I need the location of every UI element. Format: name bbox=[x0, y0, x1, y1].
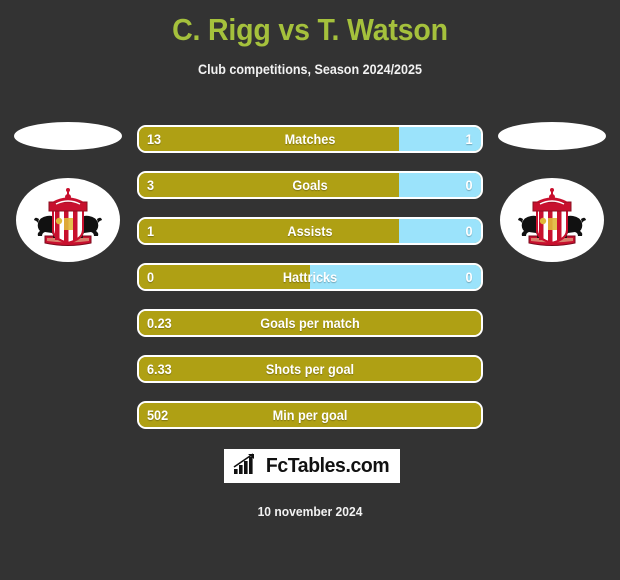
stat-bar-right-fill bbox=[310, 265, 481, 289]
infographic-canvas: C. Rigg vs T. Watson Club competitions, … bbox=[0, 0, 620, 580]
decorative-ellipse-left bbox=[14, 122, 122, 150]
page-title: C. Rigg vs T. Watson bbox=[172, 12, 448, 47]
stat-value-left: 1 bbox=[147, 223, 155, 239]
stat-bar-row: 0 Hattricks 0 bbox=[137, 263, 483, 291]
stat-value-right: 0 bbox=[465, 269, 473, 285]
stat-value-left: 502 bbox=[147, 407, 169, 423]
stat-value-right: 1 bbox=[465, 131, 473, 147]
bar-chart-trend-icon bbox=[233, 452, 259, 480]
stat-bar-left-fill bbox=[139, 219, 399, 243]
stat-bars-list: 13 Matches 1 3 Goals 0 1 Assists 0 0 Hattricks 0 0.2… bbox=[137, 125, 483, 447]
stat-bar-left-fill bbox=[139, 173, 399, 197]
page-subtitle: Club competitions, Season 2024/2025 bbox=[198, 62, 422, 77]
stat-value-left: 6.33 bbox=[147, 361, 172, 377]
stat-bar-left-fill bbox=[139, 403, 481, 427]
stat-value-left: 13 bbox=[147, 131, 162, 147]
stat-value-left: 0.23 bbox=[147, 315, 172, 331]
sunderland-afc-crest-icon bbox=[31, 188, 105, 252]
stat-bar-left-fill bbox=[139, 357, 481, 381]
stat-bar-row: 6.33 Shots per goal bbox=[137, 355, 483, 383]
team-crest-right bbox=[500, 178, 604, 262]
sunderland-afc-crest-icon bbox=[515, 188, 589, 252]
stat-value-left: 3 bbox=[147, 177, 155, 193]
brand-name: FcTables.com bbox=[265, 454, 390, 477]
stat-bar-row: 3 Goals 0 bbox=[137, 171, 483, 199]
stat-value-right: 0 bbox=[465, 177, 473, 193]
stat-value-right: 0 bbox=[465, 223, 473, 239]
generated-date: 10 november 2024 bbox=[257, 504, 363, 519]
stat-bar-row: 0.23 Goals per match bbox=[137, 309, 483, 337]
stat-bar-left-fill bbox=[139, 265, 310, 289]
team-crest-left bbox=[16, 178, 120, 262]
decorative-ellipse-right bbox=[498, 122, 606, 150]
fctables-brand-logo[interactable]: FcTables.com bbox=[224, 449, 400, 483]
stat-bar-left-fill bbox=[139, 311, 481, 335]
stat-bar-row: 502 Min per goal bbox=[137, 401, 483, 429]
stat-value-left: 0 bbox=[147, 269, 155, 285]
stat-bar-row: 1 Assists 0 bbox=[137, 217, 483, 245]
stat-bar-row: 13 Matches 1 bbox=[137, 125, 483, 153]
stat-bar-left-fill bbox=[139, 127, 399, 151]
